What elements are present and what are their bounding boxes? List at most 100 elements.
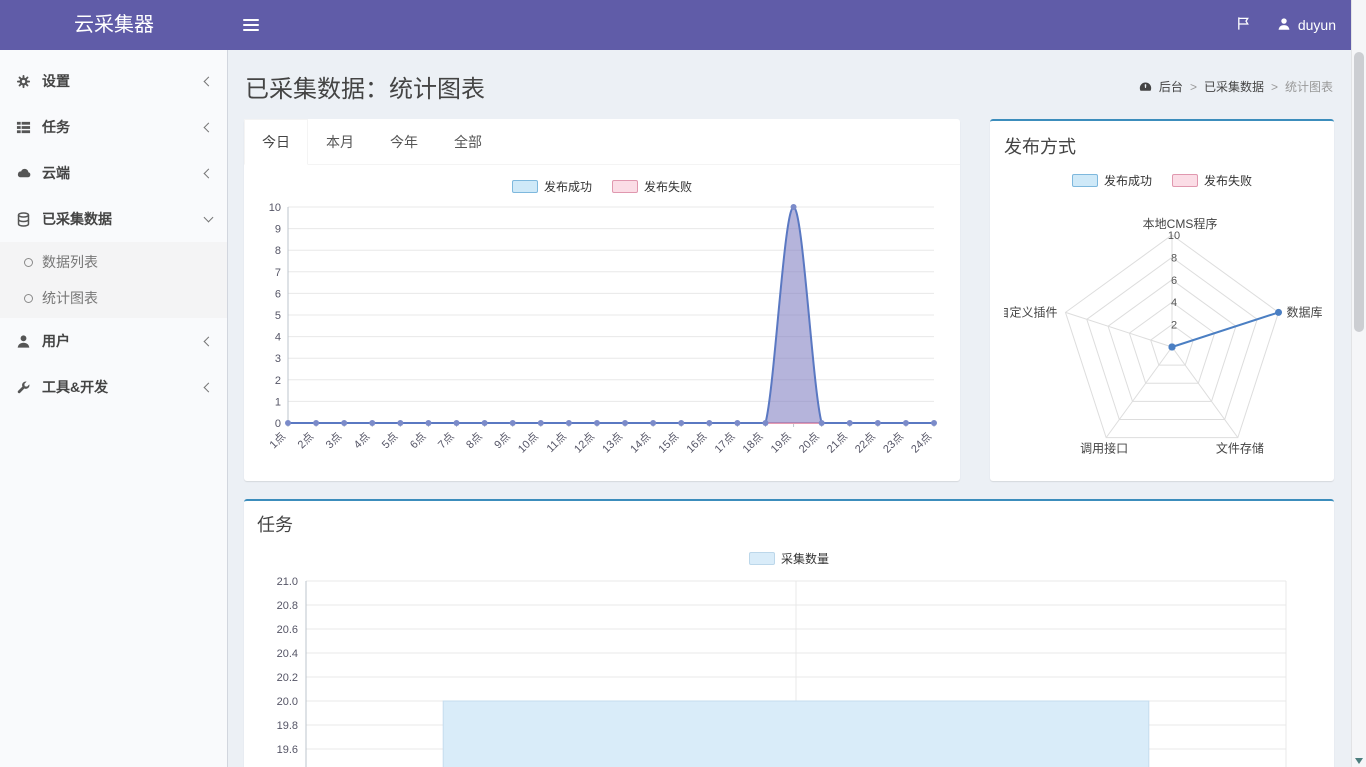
- svg-text:7点: 7点: [435, 430, 456, 451]
- sidebar-item-settings[interactable]: 设置: [0, 58, 227, 104]
- legend-item-publish-success[interactable]: 发布成功: [1072, 172, 1152, 189]
- svg-text:自定义插件: 自定义插件: [1004, 304, 1057, 319]
- navbar-right: duyun: [1222, 0, 1366, 50]
- cloud-icon: [15, 166, 32, 181]
- svg-text:13点: 13点: [600, 430, 626, 456]
- content-header: 已采集数据：统计图表 后台 已采集数据 统计图表: [244, 63, 1334, 119]
- sidebar-item-data-list[interactable]: 数据列表: [0, 244, 227, 280]
- tab-this-month[interactable]: 本月: [308, 119, 372, 165]
- svg-text:11点: 11点: [544, 430, 569, 455]
- user-menu[interactable]: duyun: [1265, 0, 1348, 50]
- main-content: 已采集数据：统计图表 后台 已采集数据 统计图表 今日 本月 今年 全部: [228, 50, 1351, 767]
- publish-method-title: 发布方式: [1004, 133, 1320, 159]
- breadcrumb-link-home[interactable]: 后台: [1159, 78, 1183, 95]
- svg-text:1: 1: [275, 396, 281, 408]
- collected-data-submenu: 数据列表 统计图表: [0, 242, 227, 318]
- tasks-title: 任务: [257, 511, 1321, 537]
- circle-icon: [24, 294, 33, 303]
- scrollbar-down-arrow[interactable]: [1355, 758, 1363, 764]
- sidebar-item-stats-chart[interactable]: 统计图表: [0, 280, 227, 316]
- svg-text:5: 5: [275, 310, 281, 322]
- flag-icon: [1236, 16, 1251, 34]
- top-navbar: 云采集器 duyun: [0, 0, 1366, 50]
- scrollbar-thumb[interactable]: [1354, 52, 1364, 332]
- tasks-chart-card: 任务 采集数量 21.0 20.8 20.6 20.4 20.2 20.0 19.8 19.6…: [244, 499, 1334, 767]
- svg-text:2: 2: [1171, 320, 1177, 332]
- svg-text:本地CMS程序: 本地CMS程序: [1143, 216, 1218, 231]
- sidebar-item-tasks[interactable]: 任务: [0, 104, 227, 150]
- svg-text:2: 2: [275, 375, 281, 387]
- chevron-left-icon: [204, 168, 214, 178]
- svg-text:19.6: 19.6: [277, 744, 298, 756]
- svg-text:20.0: 20.0: [277, 696, 298, 708]
- sidebar-subitem-label: 统计图表: [42, 288, 98, 308]
- svg-text:16点: 16点: [684, 430, 710, 456]
- legend-swatch: [512, 180, 538, 193]
- svg-text:10点: 10点: [515, 430, 541, 456]
- svg-text:20.8: 20.8: [277, 600, 298, 612]
- sidebar-item-label: 云端: [42, 163, 70, 183]
- sidebar-item-collected-data[interactable]: 已采集数据: [0, 196, 227, 242]
- legend-item-publish-fail[interactable]: 发布失败: [612, 178, 692, 195]
- svg-text:8: 8: [275, 245, 281, 257]
- svg-text:8: 8: [1171, 252, 1177, 264]
- tasks-chart: 21.020.820.620.420.220.019.819.619.4: [257, 573, 1321, 767]
- legend-item-collect-count[interactable]: 采集数量: [749, 550, 829, 567]
- svg-text:20.6: 20.6: [277, 624, 298, 636]
- svg-text:24点: 24点: [908, 430, 934, 456]
- page-title: 已采集数据：统计图表: [245, 69, 485, 104]
- svg-text:21.0: 21.0: [277, 576, 298, 588]
- radar-chart-legend: 发布成功 发布失败: [1004, 172, 1320, 189]
- chevron-left-icon: [204, 382, 214, 392]
- sidebar-item-label: 任务: [42, 117, 70, 137]
- legend-label: 发布失败: [644, 178, 692, 195]
- sidebar-item-cloud[interactable]: 云端: [0, 150, 227, 196]
- legend-label: 发布失败: [1204, 172, 1252, 189]
- sidebar-subitem-label: 数据列表: [42, 252, 98, 272]
- svg-text:19.8: 19.8: [277, 720, 298, 732]
- dashboard-icon: [1139, 80, 1152, 93]
- svg-text:12点: 12点: [571, 430, 597, 456]
- svg-text:9: 9: [275, 224, 281, 236]
- database-icon: [15, 212, 32, 227]
- user-icon: [15, 334, 32, 349]
- svg-text:20.4: 20.4: [277, 648, 298, 660]
- sidebar-item-label: 用户: [42, 331, 70, 351]
- legend-item-publish-success[interactable]: 发布成功: [512, 178, 592, 195]
- tab-today[interactable]: 今日: [244, 119, 308, 165]
- top-cards-row: 今日 本月 今年 全部 发布成功 发布失败 0123456789101点2点3点…: [244, 119, 1334, 481]
- hourly-chart-card: 今日 本月 今年 全部 发布成功 发布失败 0123456789101点2点3点…: [244, 119, 960, 481]
- svg-text:8点: 8点: [463, 430, 484, 451]
- svg-text:4: 4: [1171, 297, 1177, 309]
- svg-text:5点: 5点: [379, 430, 400, 451]
- scrollbar[interactable]: [1351, 0, 1366, 767]
- svg-text:0: 0: [275, 418, 281, 430]
- flag-menu[interactable]: [1222, 0, 1265, 50]
- hourly-chart: 0123456789101点2点3点4点5点6点7点8点9点10点11点12点1…: [244, 195, 960, 481]
- breadcrumb-separator: [1190, 80, 1197, 94]
- svg-text:文件存储: 文件存储: [1216, 441, 1264, 456]
- tab-all[interactable]: 全部: [436, 119, 500, 165]
- brand-logo[interactable]: 云采集器: [0, 0, 228, 50]
- legend-item-publish-fail[interactable]: 发布失败: [1172, 172, 1252, 189]
- legend-label: 采集数量: [781, 550, 829, 567]
- svg-text:20.2: 20.2: [277, 672, 298, 684]
- svg-text:15点: 15点: [656, 430, 682, 456]
- breadcrumb-link-collected-data[interactable]: 已采集数据: [1204, 78, 1264, 95]
- radar-chart-canvas: 246810本地CMS程序数据库文件存储调用接口自定义插件: [1004, 191, 1336, 477]
- tab-this-year[interactable]: 今年: [372, 119, 436, 165]
- svg-text:7: 7: [275, 267, 281, 279]
- breadcrumb-separator: [1271, 80, 1278, 94]
- sidebar-toggle-button[interactable]: [228, 0, 274, 50]
- svg-text:19点: 19点: [768, 430, 794, 456]
- radar-chart: 246810本地CMS程序数据库文件存储调用接口自定义插件: [1004, 191, 1320, 477]
- svg-text:21点: 21点: [824, 430, 850, 456]
- chevron-left-icon: [204, 76, 214, 86]
- sidebar-item-users[interactable]: 用户: [0, 318, 227, 364]
- username: duyun: [1298, 17, 1336, 33]
- svg-text:17点: 17点: [712, 430, 738, 456]
- sidebar-item-label: 已采集数据: [42, 209, 112, 229]
- svg-text:23点: 23点: [880, 430, 906, 456]
- sidebar-item-tools-dev[interactable]: 工具&开发: [0, 364, 227, 410]
- sidebar-item-label: 工具&开发: [42, 377, 108, 397]
